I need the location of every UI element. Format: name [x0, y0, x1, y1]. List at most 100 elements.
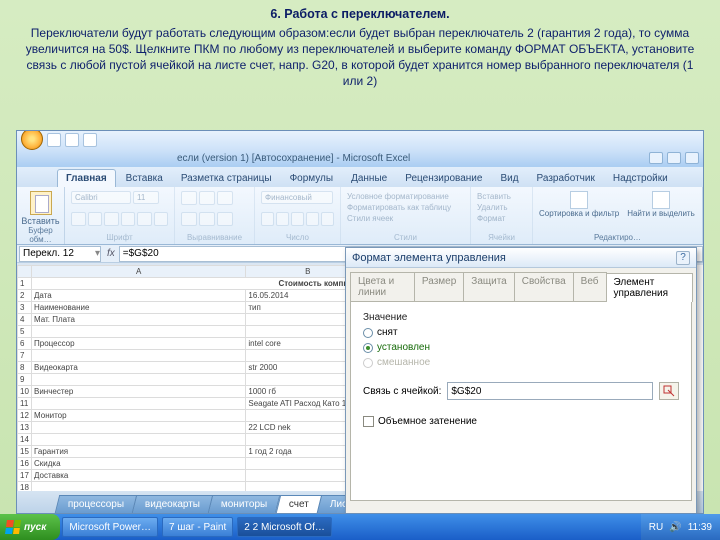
taskbar-item[interactable]: Microsoft Power…: [62, 517, 158, 537]
group-number-label: Число: [261, 233, 334, 242]
align-tr-icon[interactable]: [217, 191, 233, 205]
fx-icon[interactable]: fx: [103, 248, 119, 259]
ribbon-tab[interactable]: Разработчик: [529, 170, 603, 187]
minimize-icon[interactable]: [649, 152, 663, 164]
dialog-help-icon[interactable]: ?: [676, 251, 690, 265]
insert-button[interactable]: Вставить: [477, 191, 526, 202]
cell-link-input[interactable]: [447, 382, 653, 400]
ribbon-tab[interactable]: Данные: [343, 170, 395, 187]
find-icon: [652, 191, 670, 209]
dialog-tab[interactable]: Защита: [463, 272, 514, 301]
range-picker-icon: [663, 385, 675, 397]
dialog-body: Значение снят установлен смешанное Связь…: [350, 301, 692, 501]
align-c-icon[interactable]: [199, 212, 215, 226]
dialog-tab[interactable]: Размер: [414, 272, 464, 301]
qat-save-icon[interactable]: [47, 133, 61, 147]
format-cells-button[interactable]: Формат: [477, 213, 526, 224]
ribbon-tab[interactable]: Разметка страницы: [173, 170, 280, 187]
delete-button[interactable]: Удалить: [477, 202, 526, 213]
system-tray[interactable]: RU 🔊 11:39: [641, 514, 720, 540]
comma-icon[interactable]: [291, 212, 304, 226]
align-l-icon[interactable]: [181, 212, 197, 226]
formula-value: =$G$20: [123, 248, 159, 259]
paste-icon: [30, 191, 52, 215]
start-button[interactable]: пуск: [0, 514, 60, 540]
ribbon-tab[interactable]: Вид: [492, 170, 526, 187]
ribbon-tab[interactable]: Главная: [57, 169, 116, 187]
name-box[interactable]: Перекл. 12 ▾: [19, 246, 101, 262]
qat-redo-icon[interactable]: [83, 133, 97, 147]
align-r-icon[interactable]: [217, 212, 233, 226]
excel-window: если (version 1) [Автосохранение] - Micr…: [16, 130, 704, 514]
align-tc-icon[interactable]: [199, 191, 215, 205]
value-group-label: Значение: [363, 312, 679, 323]
ribbon-tab[interactable]: Вставка: [118, 170, 171, 187]
ribbon-tabs: ГлавнаяВставкаРазметка страницыФормулыДа…: [17, 167, 703, 187]
format-table-button[interactable]: Форматировать как таблицу: [347, 202, 464, 213]
dialog-title: Формат элемента управления: [352, 252, 506, 264]
start-label: пуск: [24, 522, 46, 533]
taskbar: пуск Microsoft Power…7 шаг - Paint2 2 Mi…: [0, 514, 720, 540]
sheet-tab[interactable]: процессоры: [55, 495, 138, 513]
sort-filter-button[interactable]: Сортировка и фильтр: [539, 191, 619, 218]
dec-inc-icon[interactable]: [306, 212, 319, 226]
group-cells-label: Ячейки: [477, 233, 526, 242]
fill-icon[interactable]: [137, 212, 152, 226]
bold-icon[interactable]: [71, 212, 86, 226]
taskbar-item[interactable]: 2 2 Microsoft Of…: [237, 517, 332, 537]
paste-button[interactable]: Вставить: [23, 191, 58, 226]
ribbon-tab[interactable]: Надстройки: [605, 170, 676, 187]
ribbon-tab[interactable]: Формулы: [282, 170, 342, 187]
fontcolor-icon[interactable]: [154, 212, 169, 226]
numfmt-combo[interactable]: Финансовый: [261, 191, 333, 204]
currency-icon[interactable]: [261, 212, 274, 226]
dialog-titlebar[interactable]: Формат элемента управления ?: [346, 248, 696, 268]
opt-mixed[interactable]: смешанное: [363, 357, 679, 368]
instruction-block: 6. Работа с переключателем. Переключател…: [0, 0, 720, 96]
qat-undo-icon[interactable]: [65, 133, 79, 147]
dialog-tab[interactable]: Свойства: [514, 272, 574, 301]
range-picker-button[interactable]: [659, 382, 679, 400]
sort-icon: [570, 191, 588, 209]
title-bar: если (version 1) [Автосохранение] - Micr…: [17, 149, 703, 167]
ribbon-tab[interactable]: Рецензирование: [397, 170, 490, 187]
dialog-tab[interactable]: Элемент управления: [606, 273, 693, 302]
sort-label: Сортировка и фильтр: [539, 209, 619, 218]
sheet-tab[interactable]: видеокарты: [132, 495, 214, 513]
checkbox-icon: [363, 416, 374, 427]
border-icon[interactable]: [121, 212, 136, 226]
opt-set[interactable]: установлен: [363, 342, 679, 353]
shade-checkbox-row[interactable]: Объемное затенение: [363, 416, 679, 427]
instruction-body: Переключатели будут работать следующим о…: [26, 26, 695, 89]
ribbon: Вставить Буфер обм… Calibri11 Шрифт Выра…: [17, 187, 703, 245]
percent-icon[interactable]: [276, 212, 289, 226]
cond-format-button[interactable]: Условное форматирование: [347, 191, 464, 202]
shade-label: Объемное затенение: [378, 416, 477, 427]
lang-indicator[interactable]: RU: [649, 522, 663, 533]
italic-icon[interactable]: [88, 212, 103, 226]
cell-styles-button[interactable]: Стили ячеек: [347, 213, 464, 224]
name-box-value: Перекл. 12: [23, 248, 74, 259]
font-combo[interactable]: Calibri: [71, 191, 131, 204]
clock: 11:39: [688, 522, 712, 533]
opt-unset[interactable]: снят: [363, 327, 679, 338]
dec-dec-icon[interactable]: [321, 212, 334, 226]
radio-icon: [363, 343, 373, 353]
close-icon[interactable]: [685, 152, 699, 164]
sheet-tab[interactable]: счет: [275, 495, 321, 513]
group-align-label: Выравнивание: [181, 233, 248, 242]
dialog-tab[interactable]: Цвета и линии: [350, 272, 415, 301]
dialog-tab[interactable]: Веб: [573, 272, 607, 301]
fontsize-combo[interactable]: 11: [133, 191, 159, 204]
sheet-tab[interactable]: мониторы: [208, 495, 281, 513]
taskbar-item[interactable]: 7 шаг - Paint: [162, 517, 233, 537]
find-label: Найти и выделить: [627, 209, 695, 218]
align-tl-icon[interactable]: [181, 191, 197, 205]
find-select-button[interactable]: Найти и выделить: [627, 191, 695, 218]
office-orb[interactable]: [21, 130, 43, 150]
paste-label: Вставить: [21, 216, 59, 226]
tray-icon[interactable]: 🔊: [669, 522, 681, 533]
group-styles-label: Стили: [347, 233, 464, 242]
underline-icon[interactable]: [104, 212, 119, 226]
maximize-icon[interactable]: [667, 152, 681, 164]
